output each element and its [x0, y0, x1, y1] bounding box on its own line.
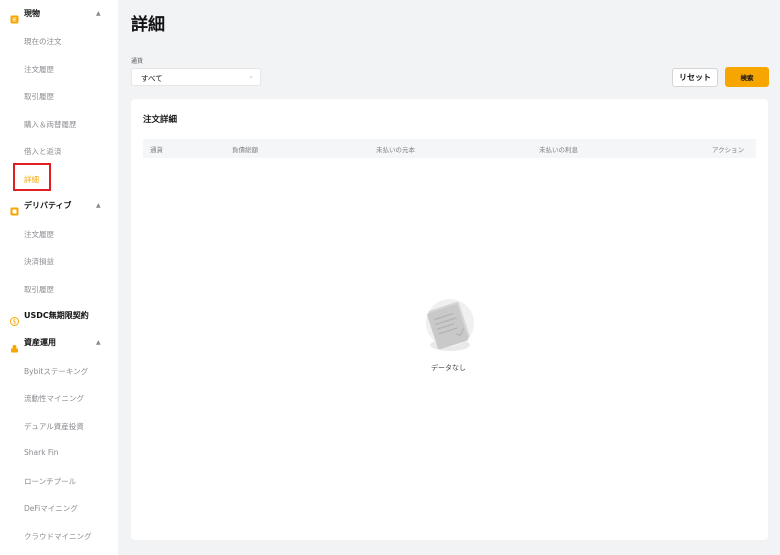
- sidebar-item-shark-fin[interactable]: Shark Fin: [24, 448, 59, 457]
- usdc-icon: $: [10, 311, 19, 326]
- search-button[interactable]: 検索: [725, 67, 769, 87]
- spot-coin-icon: [10, 9, 19, 23]
- empty-state-text: データなし: [431, 364, 466, 372]
- sidebar-section-label: USDC無期限契約: [24, 310, 89, 320]
- svg-text:$: $: [13, 318, 17, 325]
- sidebar-section-label: デリバティブ: [24, 200, 72, 210]
- sidebar-item-purchase-history[interactable]: 購入＆両替履歴: [24, 119, 77, 130]
- sidebar-item-liquidity-mining[interactable]: 流動性マイニング: [24, 393, 84, 404]
- chevron-up-icon: ▲: [96, 201, 101, 209]
- column-header-total-debt: 負債総額: [232, 146, 258, 154]
- sidebar-section-label: 現物: [24, 8, 40, 18]
- table-header: 通貨 負債総額 未払いの元本 未払いの利息 アクション: [143, 139, 756, 158]
- currency-label: 通貨: [131, 58, 144, 65]
- sidebar-section-derivatives[interactable]: デリバティブ ▲: [0, 193, 118, 217]
- no-data-icon: [421, 297, 479, 357]
- sidebar-section-usdc[interactable]: $ USDC無期限契約: [0, 303, 118, 327]
- sidebar-item-trade-history[interactable]: 取引履歴: [24, 91, 54, 102]
- sidebar-item-closed-pnl[interactable]: 決済損益: [24, 256, 54, 267]
- column-header-unpaid-principal: 未払いの元本: [376, 146, 415, 154]
- currency-select-value: すべて: [141, 74, 163, 83]
- asset-management-icon: [10, 338, 19, 352]
- derivatives-icon: [10, 201, 19, 215]
- sidebar-section-spot[interactable]: 現物 ▲: [0, 1, 118, 25]
- order-details-card: 注文詳細 通貨 負債総額 未払いの元本 未払いの利息 アクション データなし: [131, 99, 768, 540]
- sidebar-item-deriv-trade-history[interactable]: 取引履歴: [24, 284, 54, 295]
- sidebar-item-dual-asset[interactable]: デュアル資産投資: [24, 421, 84, 432]
- sidebar-item-order-history[interactable]: 注文履歴: [24, 64, 54, 75]
- column-header-unpaid-interest: 未払いの利息: [539, 146, 578, 154]
- sidebar-item-deriv-order-history[interactable]: 注文履歴: [24, 229, 54, 240]
- reset-button[interactable]: リセット: [672, 68, 718, 87]
- chevron-down-icon: ⌄: [248, 72, 254, 80]
- sidebar-item-current-orders[interactable]: 現在の注文: [24, 36, 62, 47]
- sidebar-section-label: 資産運用: [24, 337, 56, 347]
- card-title: 注文詳細: [143, 115, 178, 125]
- sidebar-item-defi-mining[interactable]: DeFiマイニング: [24, 503, 78, 514]
- chevron-up-icon: ▲: [96, 9, 101, 17]
- chevron-up-icon: ▲: [96, 338, 101, 346]
- sidebar-item-staking[interactable]: Bybitステーキング: [24, 366, 88, 377]
- currency-select[interactable]: すべて ⌄: [131, 68, 261, 86]
- highlight-box: [13, 163, 51, 191]
- sidebar: 現物 ▲ 現在の注文 注文履歴 取引履歴 購入＆両替履歴 借入と返済 詳細 デリ…: [0, 0, 118, 555]
- sidebar-item-launchpool[interactable]: ローンチプール: [24, 476, 76, 487]
- sidebar-item-cloud-mining[interactable]: クラウドマイニング: [24, 531, 92, 542]
- column-header-currency: 通貨: [150, 146, 163, 154]
- sidebar-item-borrow-repay[interactable]: 借入と返済: [24, 146, 62, 157]
- page-title: 詳細: [131, 15, 165, 35]
- column-header-action: アクション: [712, 146, 745, 154]
- sidebar-section-asset-management[interactable]: 資産運用 ▲: [0, 330, 118, 354]
